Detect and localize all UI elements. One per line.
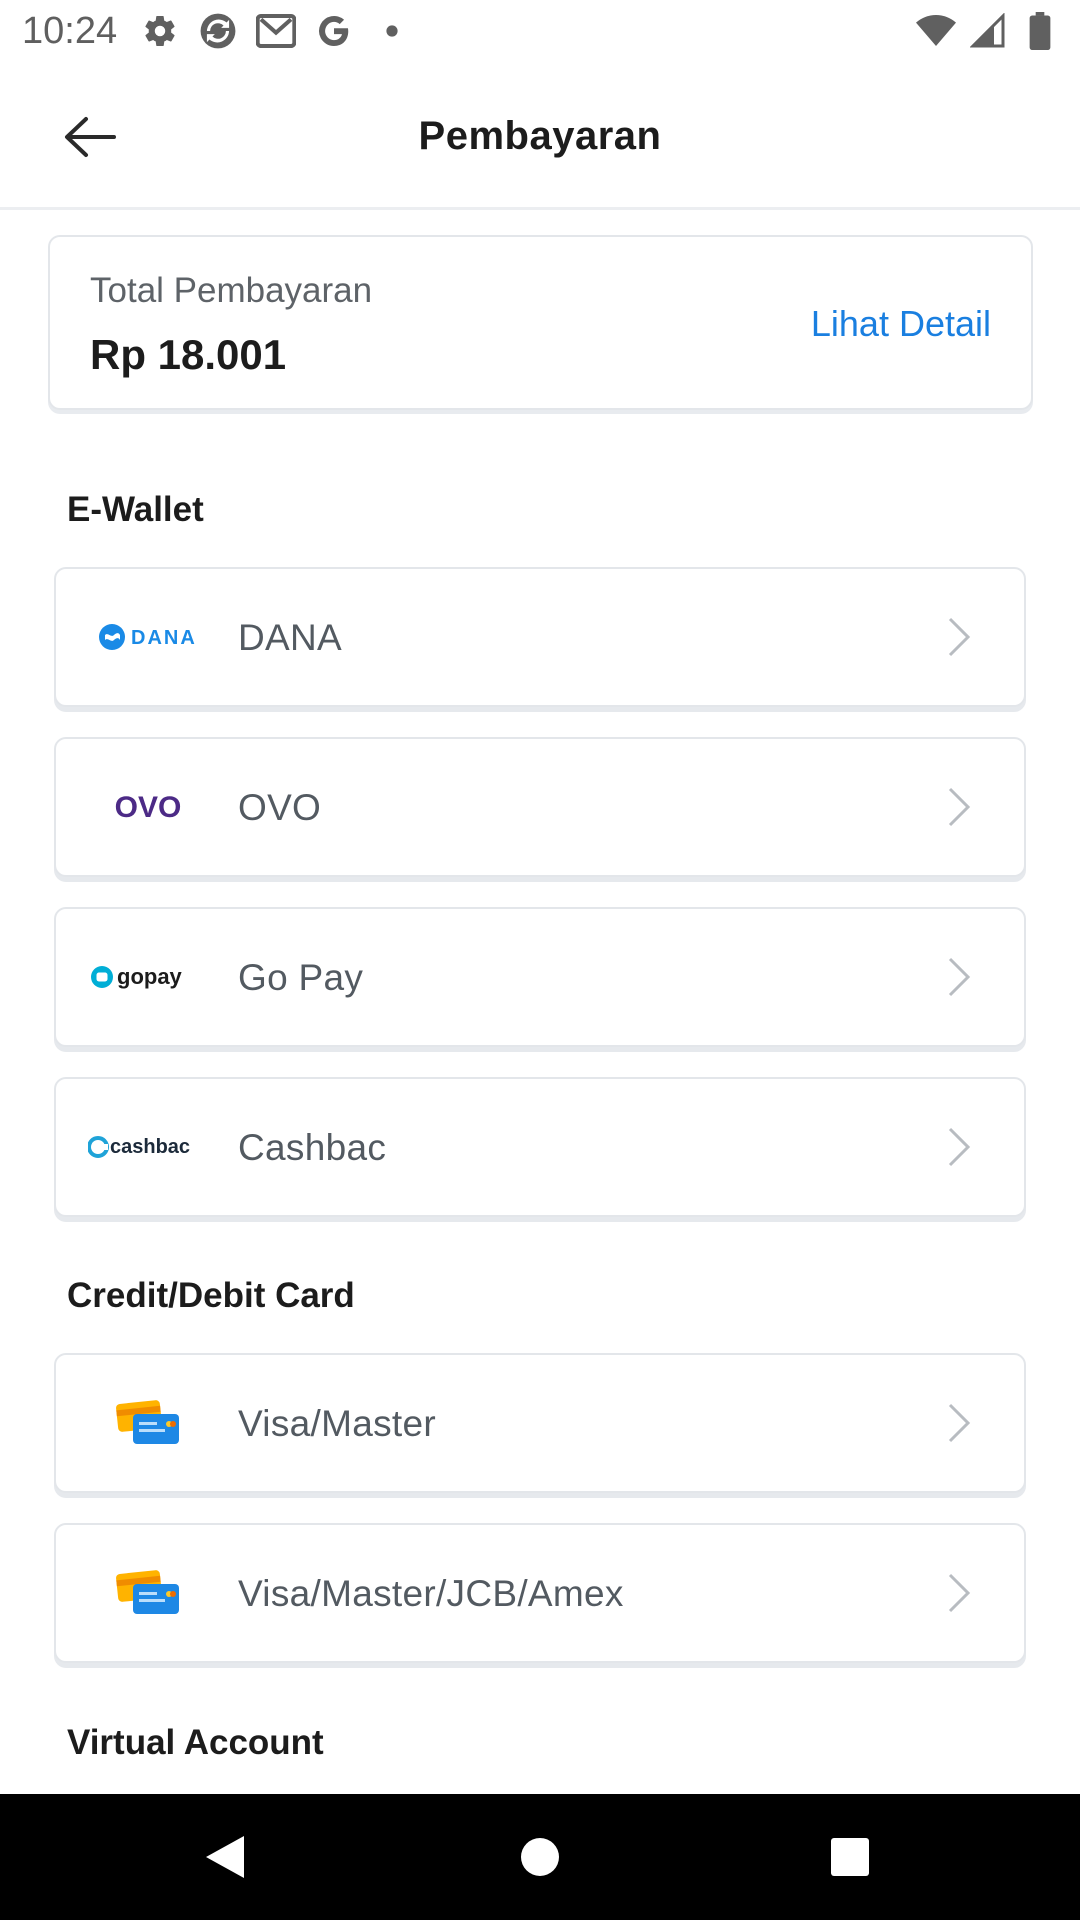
nav-back-button[interactable]: [190, 1822, 260, 1892]
gmail-icon: [256, 11, 296, 51]
option-label: Visa/Master/JCB/Amex: [238, 1573, 624, 1614]
view-detail-link[interactable]: Lihat Detail: [811, 303, 991, 345]
total-label: Total Pembayaran: [90, 271, 373, 310]
section-title-card: Credit/Debit Card: [67, 1276, 355, 1315]
option-label: Cashbac: [238, 1127, 387, 1168]
recents-square-icon: [831, 1838, 869, 1876]
app-bar: Pembayaran: [0, 62, 1080, 210]
status-time: 10:24: [22, 10, 118, 52]
payment-option-gopay[interactable]: gopay Go Pay: [54, 907, 1026, 1047]
option-label: DANA: [238, 617, 342, 658]
nav-recents-button[interactable]: [815, 1822, 885, 1892]
gopay-logo-text: gopay: [117, 964, 183, 989]
chevron-right-icon: [948, 1127, 971, 1167]
cashbac-logo-text: cashbac: [110, 1136, 190, 1158]
payment-option-ovo[interactable]: OVO OVO: [54, 737, 1026, 877]
chevron-right-icon: [948, 1403, 971, 1443]
ovo-logo: OVO: [78, 739, 218, 875]
credit-card-icon: [78, 1355, 218, 1491]
wifi-icon: [916, 11, 956, 51]
section-title-virtual-account: Virtual Account: [67, 1723, 324, 1762]
dot-icon: [372, 11, 412, 51]
chevron-right-icon: [948, 617, 971, 657]
home-circle-icon: [521, 1838, 559, 1876]
section-title-ewallet: E-Wallet: [67, 490, 204, 529]
cashbac-logo: cashbac: [78, 1079, 218, 1215]
payment-option-cashbac[interactable]: cashbac Cashbac: [54, 1077, 1026, 1217]
total-payment-card: Total Pembayaran Rp 18.001 Lihat Detail: [48, 235, 1033, 410]
payment-option-visa-master[interactable]: Visa/Master: [54, 1353, 1026, 1493]
dana-logo: DANA: [78, 569, 218, 705]
back-triangle-icon: [206, 1836, 244, 1878]
google-icon: [314, 11, 354, 51]
option-label: Visa/Master: [238, 1403, 436, 1444]
page-title: Pembayaran: [418, 114, 662, 158]
total-amount: Rp 18.001: [90, 331, 287, 378]
sync-icon: [198, 11, 238, 51]
settings-icon: [140, 11, 180, 51]
status-bar: 10:24: [0, 0, 1080, 62]
payment-option-visa-master-jcb-amex[interactable]: Visa/Master/JCB/Amex: [54, 1523, 1026, 1663]
gopay-logo: gopay: [78, 909, 218, 1045]
option-label: Go Pay: [238, 957, 364, 998]
ovo-logo-text: OVO: [115, 791, 182, 824]
battery-icon: [1020, 11, 1060, 51]
nav-home-button[interactable]: [505, 1822, 575, 1892]
system-nav-bar: [0, 1794, 1080, 1920]
chevron-right-icon: [948, 1573, 971, 1613]
signal-icon: [968, 11, 1008, 51]
payment-option-dana[interactable]: DANA DANA: [54, 567, 1026, 707]
chevron-right-icon: [948, 787, 971, 827]
status-notification-icons: [140, 10, 412, 52]
status-system-icons: [916, 10, 1060, 52]
credit-card-icon: [78, 1525, 218, 1661]
dana-logo-text: DANA: [131, 627, 197, 649]
chevron-right-icon: [948, 957, 971, 997]
option-label: OVO: [238, 787, 322, 828]
